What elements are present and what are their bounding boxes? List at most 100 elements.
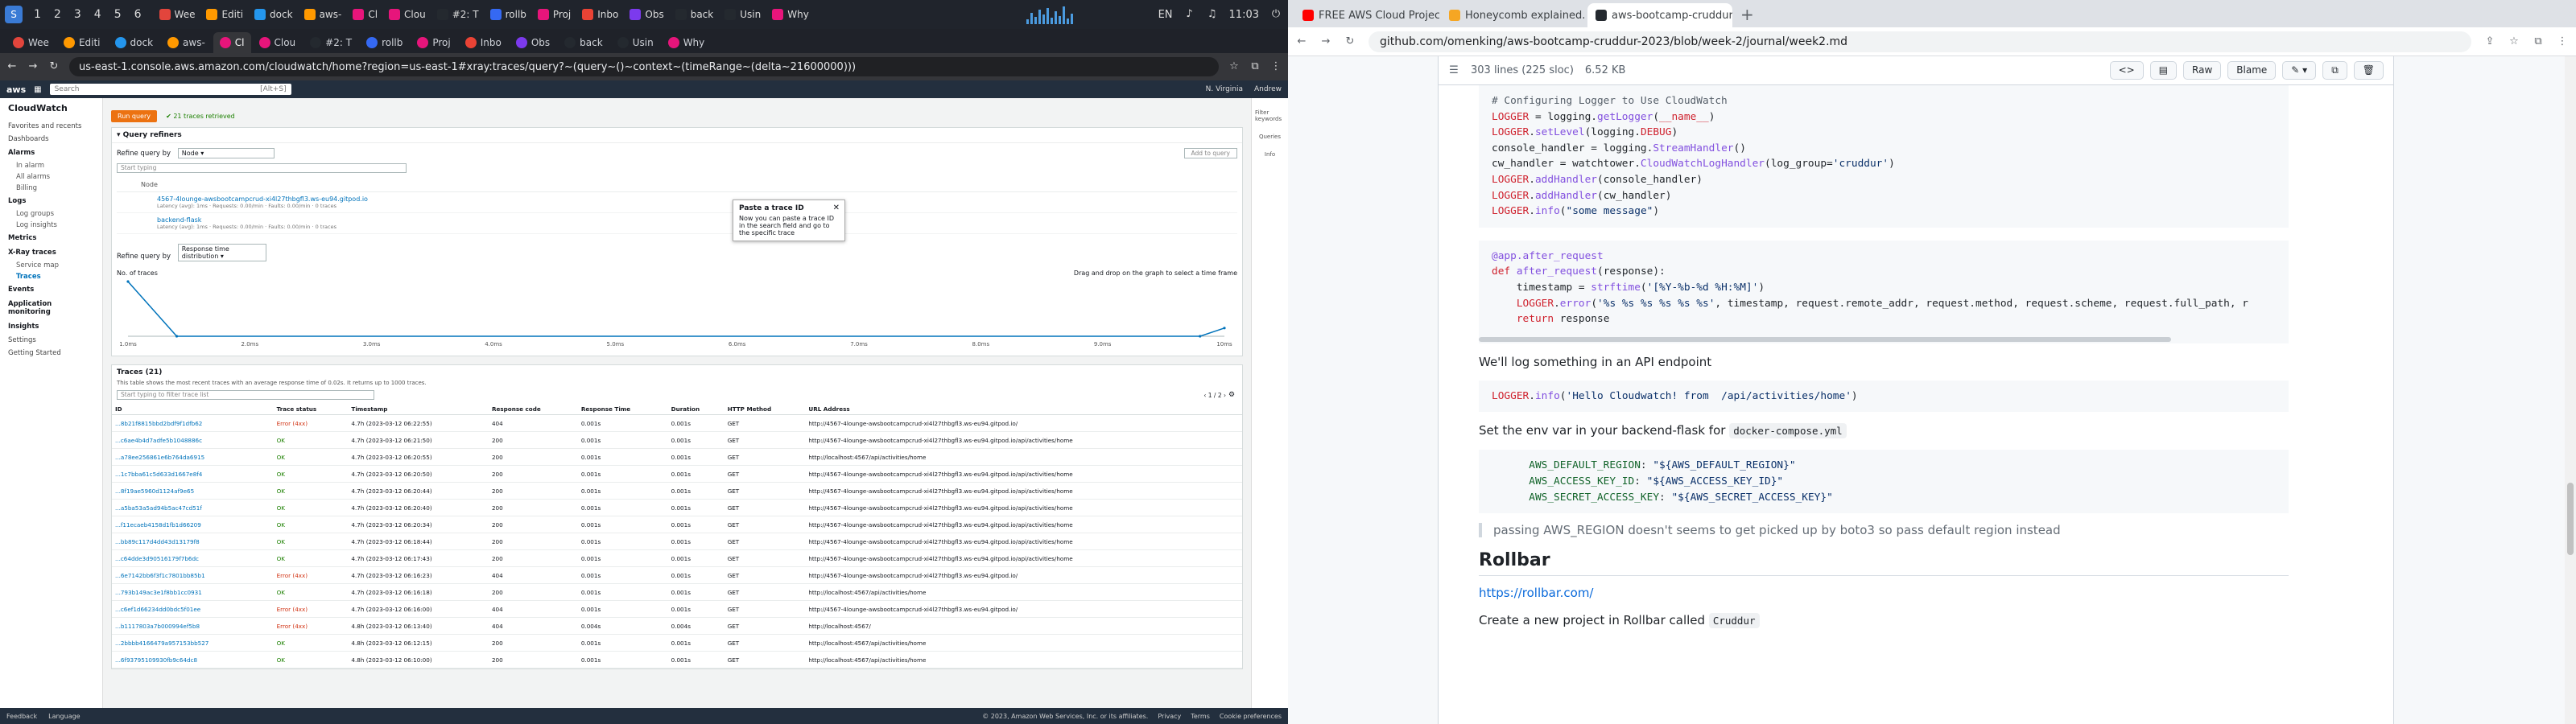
table-row[interactable]: ...793b149ac3e1f8bb1cc0931 OK 4.7h (2023-0… — [112, 583, 1242, 601]
aws-logo[interactable]: aws — [6, 84, 26, 95]
menu-icon[interactable]: ⋮ — [2557, 35, 2568, 47]
app-launcher-icon[interactable]: S — [5, 6, 23, 23]
terms-link[interactable]: Terms — [1191, 713, 1210, 720]
taskbar-window[interactable]: Why — [767, 3, 814, 26]
cookie-link[interactable]: Cookie preferences — [1220, 713, 1282, 720]
cell-id[interactable]: ...c6ae4b4d7adfe5b1048886c — [112, 431, 274, 449]
back-icon[interactable]: ← — [1296, 35, 1307, 47]
workspace-6[interactable]: 6 — [134, 8, 142, 21]
preview-button[interactable]: ▤ — [2149, 61, 2178, 80]
left-tab[interactable]: Proj — [411, 32, 456, 53]
query-refiners-header[interactable]: ▾ Query refiners — [112, 128, 1242, 143]
cell-id[interactable]: ...c64dde3d90516179f7b6dc — [112, 549, 274, 567]
cell-id[interactable]: ...bb89c117d4dd43d13179f8 — [112, 533, 274, 550]
left-address-bar[interactable]: us-east-1.console.aws.amazon.com/cloudwa… — [69, 57, 1219, 76]
table-row[interactable]: ...2bbbb4166479a957153bb527 OK 4.8h (2023-… — [112, 634, 1242, 652]
taskbar-window[interactable]: Proj — [533, 3, 576, 26]
left-tab[interactable]: dock — [109, 32, 160, 53]
edit-icon[interactable]: ✎ ▾ — [2282, 61, 2317, 80]
aws-search-input[interactable]: Search [Alt+S] — [49, 84, 291, 95]
account-menu[interactable]: Andrew — [1254, 85, 1282, 93]
rail-queries[interactable]: Queries — [1259, 134, 1281, 140]
run-query-button[interactable]: Run query — [111, 110, 157, 122]
new-tab-icon[interactable]: + — [1740, 5, 1754, 24]
taskbar-window[interactable]: Obs — [625, 3, 668, 26]
reload-icon[interactable]: ↻ — [1344, 35, 1356, 47]
sidebar-item[interactable]: Log groups — [8, 208, 94, 220]
reload-icon[interactable]: ↻ — [48, 61, 60, 72]
node-row[interactable]: backend-flask Latency (avg): 1ms · Reques… — [117, 213, 1237, 234]
taskbar-window[interactable]: Editi — [201, 3, 248, 26]
sidebar-item[interactable]: Service map — [8, 260, 94, 271]
left-tab[interactable]: Usin — [611, 32, 660, 53]
extensions-icon[interactable]: ⧉ — [2533, 35, 2544, 47]
taskbar-window[interactable]: Cl — [348, 3, 382, 26]
cell-id[interactable]: ...b1117803a7b000994ef5b8 — [112, 617, 274, 635]
cell-id[interactable]: ...f11ecaeb4158d1fb1d66209 — [112, 516, 274, 533]
sidebar-item[interactable]: All alarms — [8, 171, 94, 183]
left-tab[interactable]: Wee — [6, 32, 56, 53]
back-icon[interactable]: ← — [6, 61, 18, 72]
node-name[interactable]: 4567-4lounge-awsbootcampcrud-xi4l27thbgf… — [157, 195, 1237, 203]
keyboard-layout[interactable]: EN — [1158, 9, 1173, 21]
sidebar-item[interactable]: Alarms — [8, 146, 94, 160]
workspace-3[interactable]: 3 — [74, 8, 81, 21]
cell-id[interactable]: ...8b21f8815bbd2bdf9f1dfb62 — [112, 414, 274, 432]
cell-id[interactable]: ...1c7bba61c5d633d1667e8f4 — [112, 465, 274, 483]
cell-id[interactable]: ...8f19ae5960d1124af9e65 — [112, 482, 274, 500]
code-view-button[interactable]: <> — [2109, 61, 2144, 80]
raw-button[interactable]: Raw — [2183, 61, 2222, 80]
response-time-chart[interactable]: No. of traces Drag and drop on the graph … — [112, 266, 1242, 356]
table-row[interactable]: ...8f19ae5960d1124af9e65 OK 4.7h (2023-03-… — [112, 482, 1242, 500]
feedback-link[interactable]: Feedback — [6, 713, 37, 720]
column-header[interactable]: Response code — [488, 404, 578, 415]
left-tab[interactable]: #2: T — [303, 32, 358, 53]
cell-id[interactable]: ...2bbbb4166479a957153bb527 — [112, 634, 274, 652]
region-selector[interactable]: N. Virginia — [1206, 85, 1243, 93]
table-row[interactable]: ...c6ef1d66234dd0bdc5f01ee Error (4xx) 4.7… — [112, 600, 1242, 618]
column-header[interactable]: Timestamp — [348, 404, 489, 415]
taskbar-window[interactable]: back — [671, 3, 719, 26]
delete-icon[interactable]: 🗑 — [2353, 61, 2384, 80]
taskbar-window[interactable]: dock — [250, 3, 298, 26]
table-row[interactable]: ...b1117803a7b000994ef5b8 Error (4xx) 4.8h… — [112, 617, 1242, 635]
page-scrollbar[interactable] — [2565, 56, 2576, 724]
cell-id[interactable]: ...c6ef1d66234dd0bdc5f01ee — [112, 600, 274, 618]
sidebar-item[interactable]: Metrics — [8, 231, 94, 245]
taskbar-window[interactable]: Inbo — [577, 3, 623, 26]
add-to-query-button[interactable]: Add to query — [1183, 148, 1237, 158]
sidebar-item[interactable]: Billing — [8, 183, 94, 194]
taskbar-window[interactable]: #2: T — [432, 3, 484, 26]
menu-icon[interactable]: ⋮ — [1270, 61, 1282, 72]
notification-icon[interactable]: ♫ — [1207, 9, 1218, 20]
workspace-5[interactable]: 5 — [114, 8, 122, 21]
table-row[interactable]: ...c6ae4b4d7adfe5b1048886c OK 4.7h (2023-0… — [112, 431, 1242, 449]
sidebar-item[interactable]: Application monitoring — [8, 297, 94, 319]
power-icon[interactable]: ⏻ — [1270, 9, 1282, 20]
rail-filter-keywords[interactable]: Filter keywords — [1255, 109, 1285, 122]
rail-info[interactable]: Info — [1265, 151, 1275, 158]
taskbar-window[interactable]: Usin — [720, 3, 766, 26]
left-tab[interactable]: aws- — [161, 32, 212, 53]
column-header[interactable]: ID — [112, 404, 274, 415]
sidebar-item[interactable]: Settings — [8, 334, 94, 347]
taskbar-window[interactable]: rollb — [485, 3, 531, 26]
close-icon[interactable]: ✕ — [833, 204, 840, 212]
right-address-bar[interactable]: github.com/omenking/aws-bootcamp-cruddur… — [1368, 31, 2471, 52]
right-tab[interactable]: Honeycomb explained.✕ — [1441, 3, 1586, 27]
chart-svg[interactable]: 1.0ms 2.0ms 3.0ms 4.0ms 5.0ms 6.0ms 7.0ms 8.0ms… — [117, 277, 1236, 349]
privacy-link[interactable]: Privacy — [1158, 713, 1181, 720]
cell-id[interactable]: ...793b149ac3e1f8bb1cc0931 — [112, 583, 274, 601]
table-row[interactable]: ...8b21f8815bbd2bdf9f1dfb62 Error (4xx) 4.… — [112, 414, 1242, 432]
sidebar-item[interactable]: Log insights — [8, 220, 94, 231]
column-header[interactable]: HTTP Method — [724, 404, 806, 415]
forward-icon[interactable]: → — [1320, 35, 1331, 47]
forward-icon[interactable]: → — [27, 61, 39, 72]
left-tab[interactable]: back — [558, 32, 609, 53]
refine-select-2[interactable]: Response time distribution ▾ — [177, 244, 266, 261]
workspace-2[interactable]: 2 — [54, 8, 61, 21]
sidebar-item[interactable]: Events — [8, 282, 94, 297]
cell-id[interactable]: ...a78ee256861e6b764da6915 — [112, 448, 274, 466]
left-tab[interactable]: Cl — [213, 32, 251, 53]
column-header[interactable]: Response Time — [577, 404, 668, 415]
